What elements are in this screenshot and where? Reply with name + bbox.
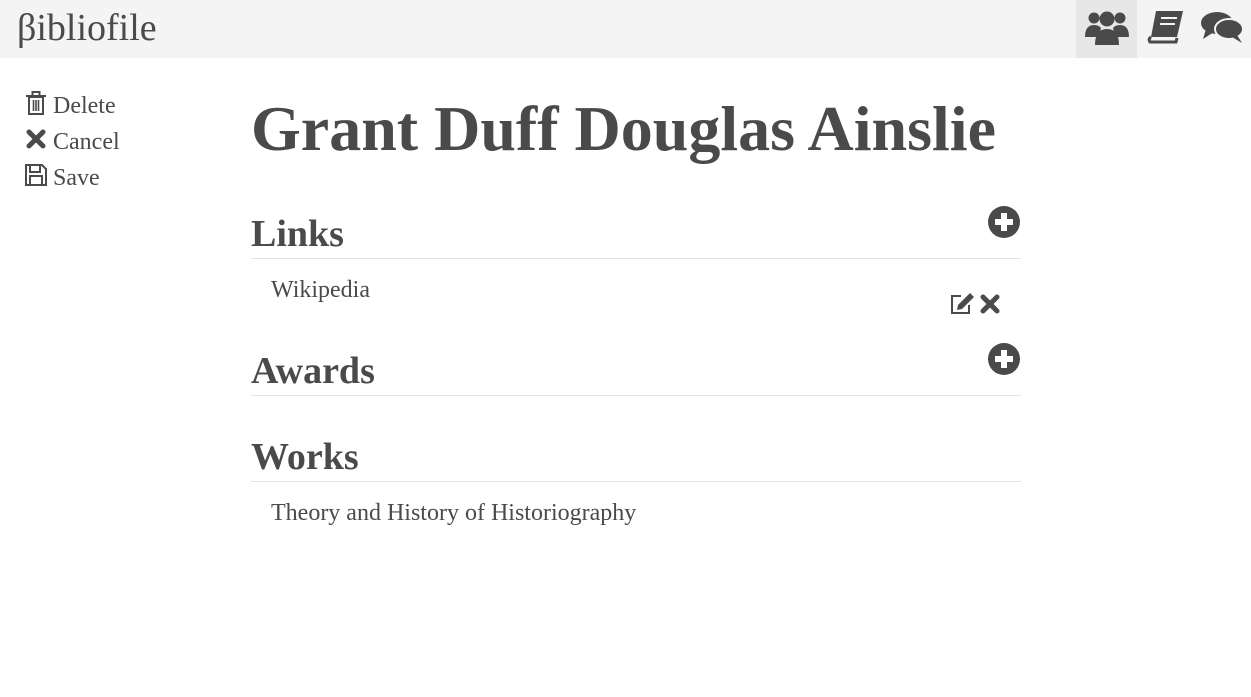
list-item: Wikipedia	[251, 259, 1021, 321]
row-actions	[949, 278, 1001, 340]
works-section-header: Works	[251, 428, 1021, 482]
action-sidebar: Delete Cancel Save	[25, 88, 120, 196]
book-icon	[1147, 9, 1185, 50]
author-detail: Grant Duff Douglas Ainslie Links Wikiped…	[251, 90, 1021, 544]
comments-icon	[1201, 9, 1244, 50]
close-icon	[980, 294, 1000, 314]
add-award-button[interactable]	[987, 342, 1021, 376]
close-icon	[25, 128, 53, 157]
nav-discussions-button[interactable]	[1193, 0, 1251, 58]
trash-icon	[25, 90, 53, 122]
cancel-label: Cancel	[53, 128, 120, 155]
edit-icon	[951, 293, 974, 314]
brand-logo[interactable]: βibliofile	[17, 6, 157, 50]
links-heading: Links	[251, 213, 344, 255]
plus-circle-icon	[988, 343, 1020, 375]
save-button[interactable]: Save	[25, 160, 120, 196]
awards-section: Awards	[251, 342, 1021, 396]
works-section: Works Theory and History of Historiograp…	[251, 428, 1021, 544]
remove-link-button[interactable]	[979, 278, 1001, 340]
users-icon	[1084, 7, 1129, 52]
awards-section-header: Awards	[251, 342, 1021, 396]
edit-link-button[interactable]	[949, 278, 975, 340]
link-label[interactable]: Wikipedia	[271, 277, 370, 303]
list-item: Theory and History of Historiography	[251, 482, 1021, 544]
page-title: Grant Duff Douglas Ainslie	[251, 93, 996, 164]
links-section-header: Links	[251, 205, 1021, 259]
works-heading: Works	[251, 436, 359, 478]
delete-button[interactable]: Delete	[25, 88, 120, 124]
nav-books-button[interactable]	[1137, 0, 1195, 58]
plus-circle-icon	[988, 206, 1020, 238]
links-section: Links Wikipedia	[251, 205, 1021, 321]
save-label: Save	[53, 164, 100, 191]
cancel-button[interactable]: Cancel	[25, 124, 120, 160]
floppy-disk-icon	[25, 163, 53, 194]
awards-heading: Awards	[251, 350, 375, 392]
top-navbar: βibliofile	[0, 0, 1251, 58]
nav-authors-button[interactable]	[1076, 0, 1137, 58]
delete-label: Delete	[53, 92, 116, 119]
work-title[interactable]: Theory and History of Historiography	[271, 500, 636, 526]
add-link-button[interactable]	[987, 205, 1021, 239]
